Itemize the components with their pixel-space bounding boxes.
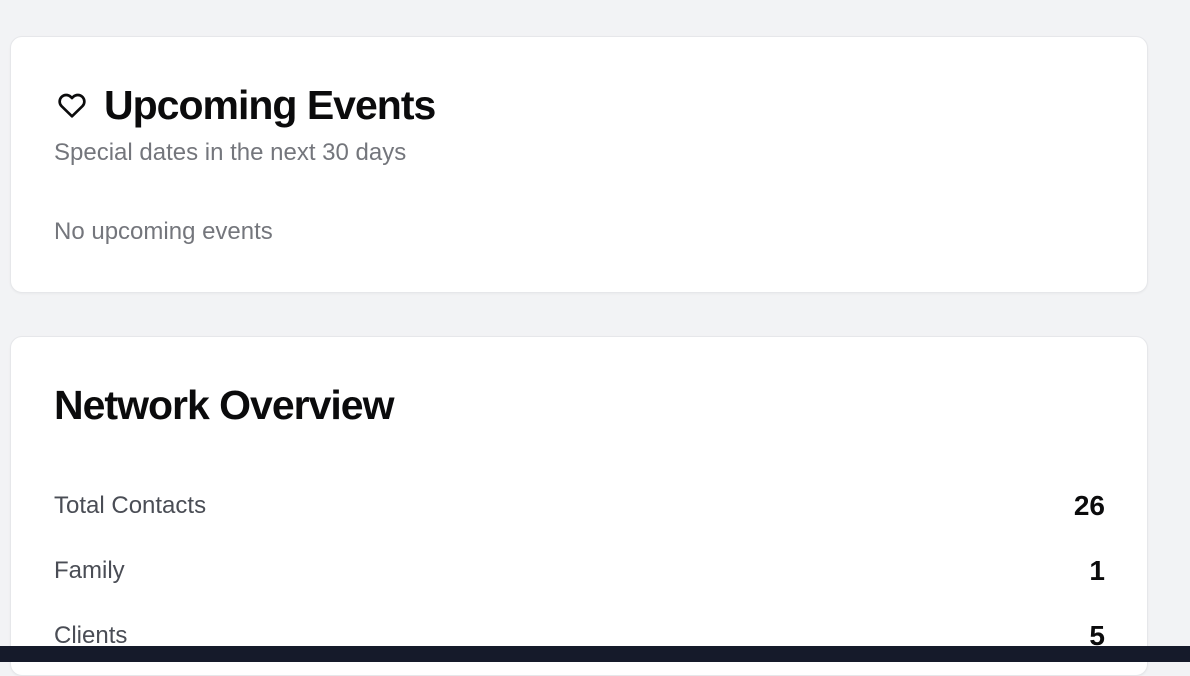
stat-value: 1 [1089, 554, 1105, 586]
network-stats-list: Total Contacts 26 Family 1 Clients 5 [54, 473, 1105, 668]
bottom-bar [0, 646, 1190, 662]
empty-events-message: No upcoming events [54, 218, 273, 245]
heart-icon [54, 87, 90, 123]
network-overview-card: Network Overview Total Contacts 26 Famil… [10, 336, 1148, 676]
stat-row-family: Family 1 [54, 538, 1105, 603]
upcoming-events-card: Upcoming Events Special dates in the nex… [10, 36, 1148, 293]
stat-value: 26 [1073, 489, 1105, 521]
upcoming-events-title: Upcoming Events [104, 82, 436, 128]
upcoming-events-header: Upcoming Events [54, 81, 436, 129]
network-overview-title: Network Overview [54, 382, 394, 428]
stat-label: Family [54, 556, 125, 584]
stat-row-total-contacts: Total Contacts 26 [54, 473, 1105, 538]
stat-label: Total Contacts [54, 491, 207, 519]
upcoming-events-subtitle: Special dates in the next 30 days [54, 139, 407, 166]
